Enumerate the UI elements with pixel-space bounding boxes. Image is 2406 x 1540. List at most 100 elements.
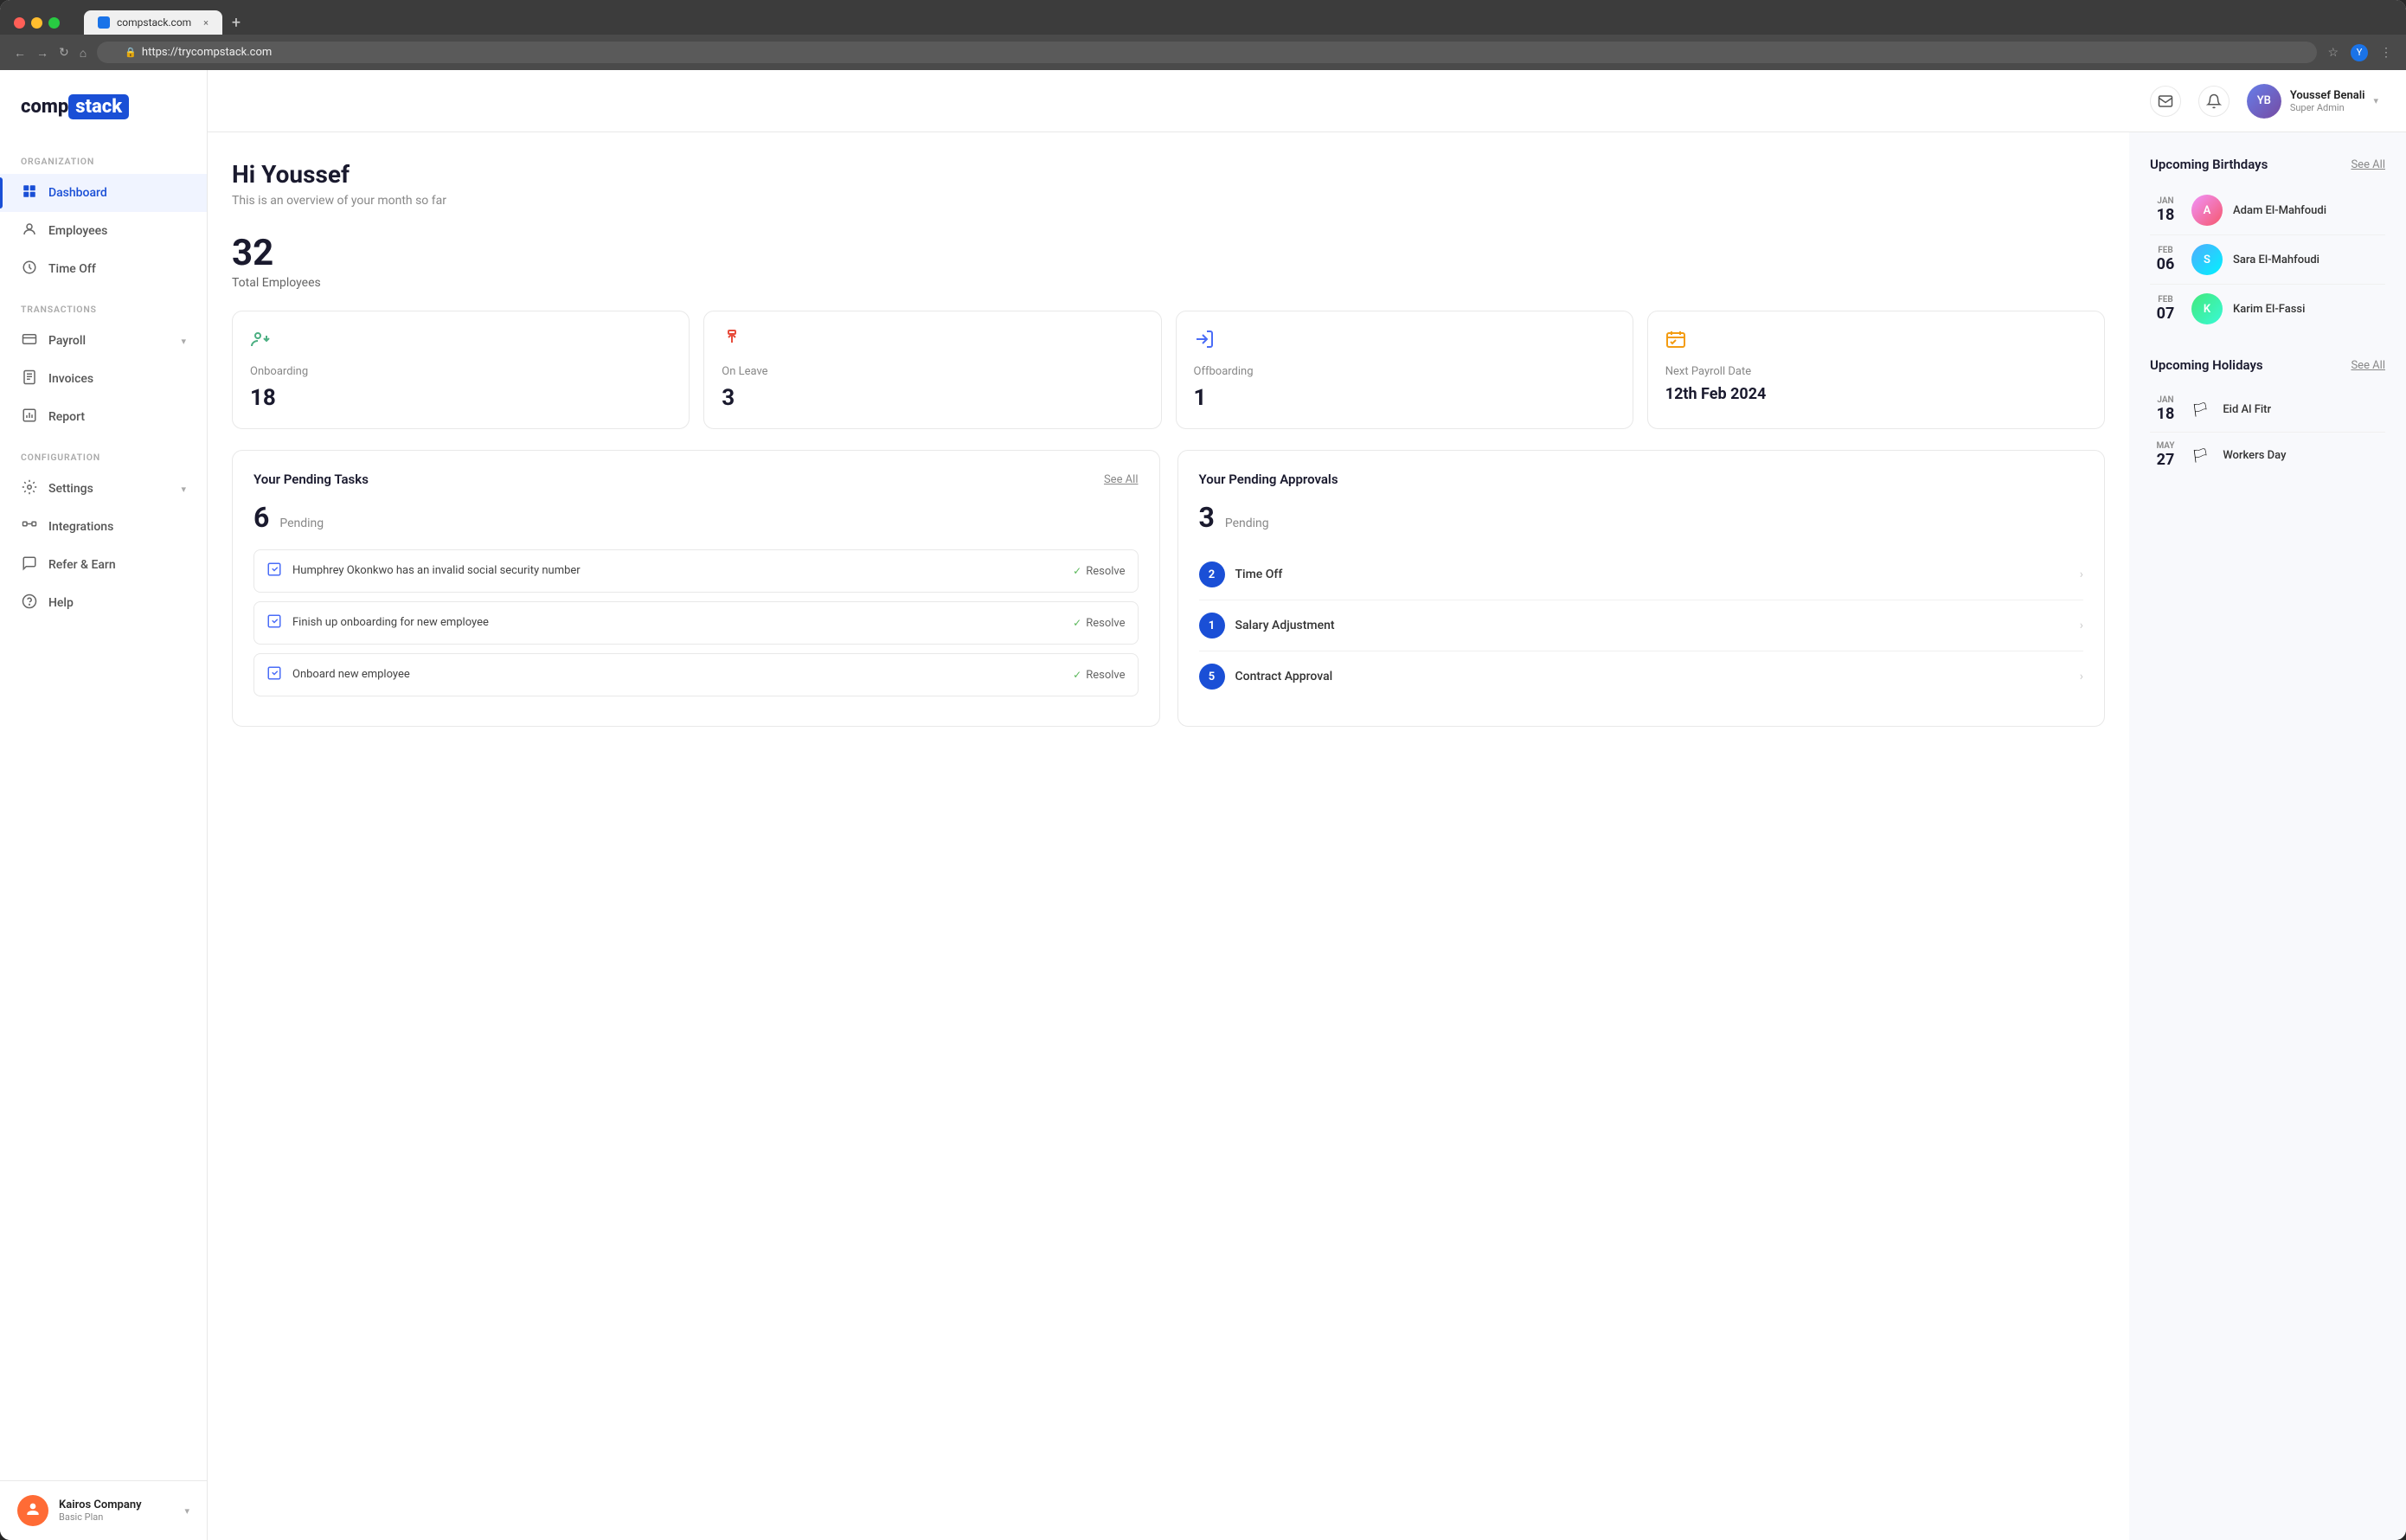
sidebar-item-timeoff[interactable]: Time Off: [0, 250, 207, 288]
birthday-day-2: 07: [2150, 305, 2181, 323]
holidays-see-all[interactable]: See All: [2351, 359, 2385, 372]
holiday-month-1: MAY: [2150, 441, 2181, 451]
birthday-avatar-0: A: [2191, 195, 2223, 226]
sidebar-section-transactions: TRANSACTIONS Payroll ▾ Invoices: [0, 288, 207, 436]
birthdays-see-all[interactable]: See All: [2351, 158, 2385, 171]
payroll-date-icon: [1665, 329, 2087, 355]
holiday-flag-1: 🏳: [2191, 447, 2209, 464]
stat-card-payroll-date[interactable]: Next Payroll Date 12th Feb 2024: [1647, 311, 2105, 429]
logo[interactable]: compstack: [0, 70, 207, 140]
sidebar-item-invoices[interactable]: Invoices: [0, 360, 207, 398]
notification-button[interactable]: [2198, 86, 2230, 117]
tasks-see-all[interactable]: See All: [1104, 473, 1139, 486]
task-item-1[interactable]: Finish up onboarding for new employee ✓ …: [253, 601, 1139, 645]
tasks-title: Your Pending Tasks: [253, 472, 369, 487]
holidays-header: Upcoming Holidays See All: [2150, 357, 2385, 373]
resolve-check-icon-0: ✓: [1073, 565, 1081, 577]
close-dot[interactable]: [14, 17, 25, 29]
back-button[interactable]: ←: [14, 46, 26, 60]
birthday-month-0: JAN: [2150, 196, 2181, 206]
profile-button[interactable]: Y: [2351, 44, 2368, 61]
approval-text-2: Contract Approval: [1235, 670, 1333, 683]
sidebar-item-settings[interactable]: Settings ▾: [0, 470, 207, 508]
stat-card-onleave[interactable]: On Leave 3: [703, 311, 1161, 429]
sidebar-item-refer[interactable]: Refer & Earn: [0, 546, 207, 584]
logo-text-2: stack: [68, 94, 129, 119]
approval-item-2[interactable]: 5 Contract Approval ›: [1199, 651, 2084, 702]
company-footer[interactable]: Kairos Company Basic Plan ▾: [0, 1480, 207, 1540]
user-initials: YB: [2257, 94, 2271, 107]
settings-icon: [21, 479, 38, 498]
greeting-subtitle: This is an overview of your month so far: [232, 194, 2105, 208]
approval-chevron-icon-2: ›: [2080, 670, 2083, 683]
birthdays-header: Upcoming Birthdays See All: [2150, 157, 2385, 172]
section-label-organization: ORGANIZATION: [0, 140, 207, 174]
onleave-value: 3: [722, 385, 1143, 411]
company-name: Kairos Company: [59, 1498, 174, 1511]
onboarding-icon: [250, 329, 671, 355]
onleave-label: On Leave: [722, 365, 1143, 378]
report-label: Report: [48, 410, 85, 424]
mail-button[interactable]: [2150, 86, 2181, 117]
onboarding-value: 18: [250, 385, 671, 411]
approvals-count-label: Pending: [1225, 517, 1269, 530]
maximize-dot[interactable]: [48, 17, 60, 29]
minimize-dot[interactable]: [31, 17, 42, 29]
sidebar-item-payroll[interactable]: Payroll ▾: [0, 322, 207, 360]
tab-title: compstack.com: [117, 16, 191, 29]
stats-grid: Onboarding 18 On Leave 3: [232, 311, 2105, 429]
approval-left-0: 2 Time Off: [1199, 561, 1283, 587]
bottom-panels: Your Pending Tasks See All 6 Pending: [232, 450, 2105, 727]
approval-item-1[interactable]: 1 Salary Adjustment ›: [1199, 600, 2084, 651]
approvals-panel-header: Your Pending Approvals: [1199, 472, 2084, 487]
payroll-date-value: 12th Feb 2024: [1665, 385, 2087, 403]
url-bar[interactable]: 🔒 https://trycompstack.com: [97, 42, 2317, 63]
invoices-icon: [21, 369, 38, 388]
holiday-date-1: MAY 27: [2150, 441, 2181, 469]
help-label: Help: [48, 596, 74, 610]
menu-button[interactable]: ⋮: [2380, 46, 2392, 60]
section-label-transactions: TRANSACTIONS: [0, 288, 207, 322]
sidebar-item-help[interactable]: Help: [0, 584, 207, 622]
tasks-count-label: Pending: [279, 517, 324, 530]
birthday-avatar-2: K: [2191, 293, 2223, 324]
approval-badge-1: 1: [1199, 613, 1225, 638]
active-tab[interactable]: compstack.com ×: [84, 10, 222, 35]
url-text: https://trycompstack.com: [142, 46, 272, 59]
sidebar-item-employees[interactable]: Employees: [0, 212, 207, 250]
birthday-name-1: Sara El-Mahfoudi: [2233, 253, 2319, 266]
forward-button[interactable]: →: [36, 46, 48, 60]
sidebar-item-dashboard[interactable]: Dashboard: [0, 174, 207, 212]
sidebar-item-integrations[interactable]: Integrations: [0, 508, 207, 546]
birthday-date-1: FEB 06: [2150, 246, 2181, 273]
sidebar-item-report[interactable]: Report: [0, 398, 207, 436]
task-resolve-1[interactable]: ✓ Resolve: [1073, 617, 1125, 630]
approval-chevron-icon-1: ›: [2080, 619, 2083, 632]
stat-card-offboarding[interactable]: Offboarding 1: [1176, 311, 1633, 429]
birthday-item-2: FEB 07 K Karim El-Fassi: [2150, 285, 2385, 333]
user-name: Youssef Benali: [2290, 89, 2365, 102]
stat-card-onboarding[interactable]: Onboarding 18: [232, 311, 690, 429]
sidebar: compstack ORGANIZATION Dashboard Employe…: [0, 70, 208, 1540]
new-tab-button[interactable]: +: [224, 10, 248, 35]
tab-close-button[interactable]: ×: [203, 17, 209, 29]
resolve-check-icon-2: ✓: [1073, 669, 1081, 681]
birthday-day-0: 18: [2150, 206, 2181, 224]
task-item-2[interactable]: Onboard new employee ✓ Resolve: [253, 653, 1139, 696]
task-check-icon-0: [266, 561, 282, 581]
task-resolve-0[interactable]: ✓ Resolve: [1073, 565, 1125, 578]
total-employees-label: Total Employees: [232, 276, 2105, 290]
task-resolve-2[interactable]: ✓ Resolve: [1073, 669, 1125, 682]
birthday-item-0: JAN 18 A Adam El-Mahfoudi: [2150, 186, 2385, 235]
refresh-button[interactable]: ↻: [59, 45, 69, 60]
lock-icon: 🔒: [125, 47, 137, 58]
task-item-0[interactable]: Humphrey Okonkwo has an invalid social s…: [253, 549, 1139, 593]
user-profile[interactable]: YB Youssef Benali Super Admin ▾: [2247, 84, 2378, 119]
home-button[interactable]: ⌂: [80, 46, 87, 60]
star-button[interactable]: ☆: [2327, 46, 2339, 60]
birthday-month-1: FEB: [2150, 246, 2181, 255]
task-check-icon-2: [266, 665, 282, 684]
onboarding-label: Onboarding: [250, 365, 671, 378]
birthdays-section: Upcoming Birthdays See All JAN 18 A Adam…: [2150, 157, 2385, 333]
approval-item-0[interactable]: 2 Time Off ›: [1199, 549, 2084, 600]
